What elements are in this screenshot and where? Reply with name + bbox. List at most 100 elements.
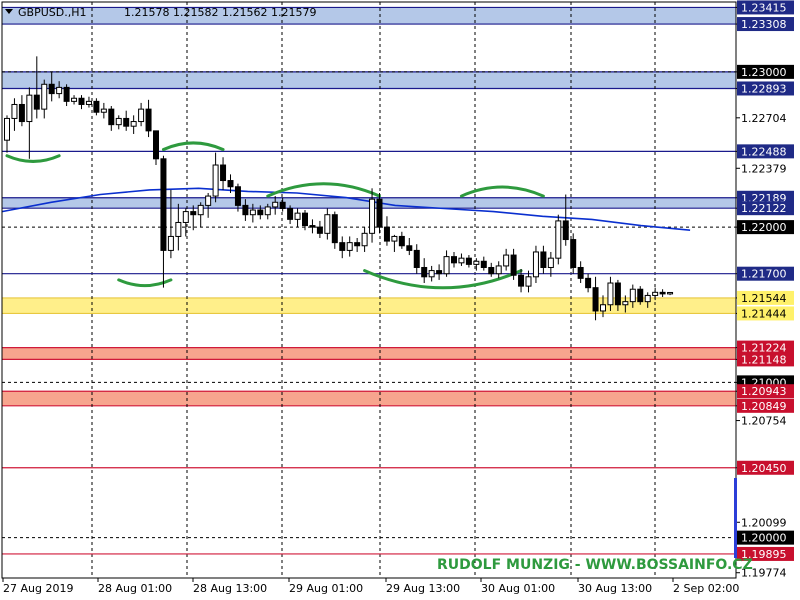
candle-body [33, 94, 40, 110]
candle-body [175, 221, 182, 237]
y-tick-label: 1.20000 [741, 532, 787, 545]
x-tick-label: 30 Aug 01:00 [481, 582, 555, 595]
chart-root: 1.23415 1.23308 1.23000 1.22893 1.22704 1.224… [0, 0, 800, 600]
candle-body [451, 256, 457, 264]
candle-body [257, 209, 264, 216]
candle-body [443, 256, 450, 275]
candle-body [436, 270, 443, 275]
candle-body [510, 254, 517, 276]
zone-blue [2, 197, 736, 209]
candle-body [205, 195, 212, 206]
candle-body [220, 164, 227, 182]
candle-body [361, 232, 368, 247]
candle-body [242, 204, 249, 216]
candle-body [249, 209, 256, 216]
candle-body [354, 242, 361, 247]
candle-body [465, 257, 472, 265]
y-tick-label: 1.21148 [741, 353, 787, 366]
y-tick-label: 1.20849 [741, 400, 787, 413]
candle-body [391, 235, 398, 242]
y-tick-label: 1.23308 [741, 18, 787, 31]
candle-body [421, 266, 428, 278]
y-tick-label: 1.21544 [741, 292, 787, 305]
candle-body [592, 287, 599, 312]
candle-body [346, 242, 353, 251]
x-tick-label: 29 Aug 01:00 [289, 582, 363, 595]
chart-header: GBPUSD.,H1 1.21578 1.21582 1.21562 1.215… [5, 6, 316, 19]
candle-body [503, 254, 510, 267]
candle-body [667, 291, 674, 295]
candle-body [11, 103, 18, 119]
zone-blue [2, 7, 736, 25]
candle-body [570, 239, 577, 268]
candle-body [659, 291, 666, 295]
candle [376, 192, 383, 234]
candlestick-chart: 1.23415 1.23308 1.23000 1.22893 1.22704 1.224… [0, 0, 800, 600]
y-tick-label: 1.20450 [741, 462, 787, 475]
candle-body [644, 294, 651, 303]
candle-body [652, 291, 659, 296]
candle-body [138, 108, 145, 123]
candle-body [130, 121, 137, 127]
y-tick-label: 1.20754 [741, 415, 787, 428]
y-tick-label: 1.22122 [741, 202, 787, 215]
candle-body [93, 100, 100, 113]
candle-body [600, 304, 606, 312]
candle-body [63, 86, 70, 102]
y-tick-label: 1.22379 [741, 162, 787, 175]
candle-body [41, 83, 48, 110]
candle-body [145, 108, 152, 132]
candle [570, 233, 577, 274]
y-tick-label: 1.23415 [741, 1, 787, 14]
candle-body [458, 257, 465, 264]
x-tick-label: 28 Aug 01:00 [98, 582, 172, 595]
candle-body [339, 242, 346, 251]
candle-body [279, 201, 286, 209]
zone-red [2, 391, 736, 406]
symbol-label: GBPUSD.,H1 [18, 6, 86, 19]
zone-red [2, 347, 736, 360]
candle-body [562, 220, 569, 241]
candle-body [287, 207, 294, 220]
candle-body [56, 86, 63, 95]
y-tick-label: 1.21700 [741, 268, 787, 281]
scroll-indicator [734, 478, 737, 558]
candle-body [71, 97, 78, 102]
candle-body [100, 108, 107, 113]
candle-body [197, 204, 204, 216]
candle-body [160, 158, 167, 251]
x-tick-label: 29 Aug 13:00 [386, 582, 460, 595]
y-tick-label: 1.22488 [741, 145, 787, 158]
candle-body [413, 249, 420, 268]
y-tick-label: 1.22704 [741, 112, 787, 125]
candle-body [383, 226, 390, 242]
candle-body [190, 211, 197, 216]
candle-body [369, 198, 376, 234]
candle-body [212, 164, 219, 197]
candle-body [48, 83, 55, 95]
candle-body [495, 265, 502, 275]
candle-body [4, 117, 10, 141]
candle-body [525, 276, 532, 287]
watermark-text: RUDOLF MUNZIG - WWW.BOSSAINFO.CZ [437, 557, 753, 573]
candle-body [398, 235, 405, 247]
y-tick-label: 1.23000 [741, 66, 787, 79]
candle-body [555, 220, 562, 259]
y-tick-label: 1.20099 [741, 516, 787, 529]
candle-body [26, 94, 33, 123]
candle-body [547, 257, 554, 268]
candle-body [264, 206, 271, 216]
candle-body [123, 117, 130, 127]
candle-body [480, 260, 487, 268]
candle-body [309, 225, 316, 228]
candle-body [324, 214, 331, 234]
candle-body [488, 266, 495, 275]
candle-body [473, 260, 480, 265]
candle-body [607, 282, 614, 306]
y-tick-label: 1.21444 [741, 307, 787, 320]
zone-blue [2, 71, 736, 89]
candle-body [108, 108, 115, 126]
candle-body [376, 198, 383, 228]
candle [555, 214, 562, 265]
candle-body [302, 212, 308, 227]
